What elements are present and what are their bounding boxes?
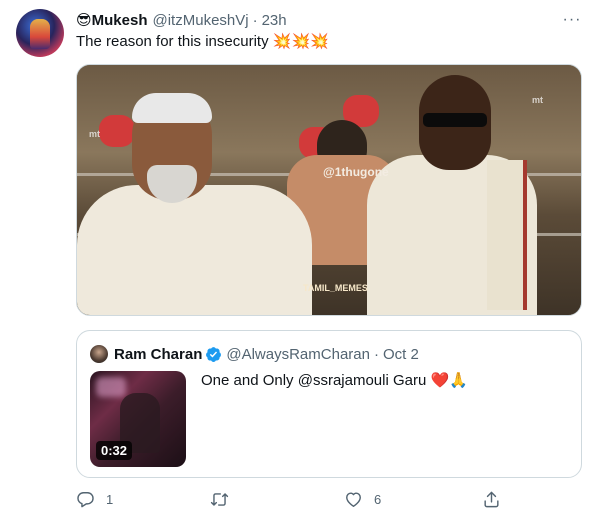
avatar[interactable] [16, 9, 64, 57]
tweet-image[interactable]: @1thugone mt mt TAMIL_MEMES [76, 64, 582, 316]
quoted-avatar [90, 345, 108, 363]
quoted-tweet-text: One and Only @ssrajamouli Garu ❤️🙏 [201, 371, 468, 391]
quoted-text-emojis: ❤️🙏 [430, 372, 468, 389]
left-person-figure [77, 93, 327, 315]
separator-dot: · [252, 11, 258, 29]
reply-count: 1 [106, 491, 114, 507]
quoted-tweet[interactable]: Ram Charan @AlwaysRamCharan · Oct 2 0:32… [76, 330, 582, 478]
tweet-actions: 1 6 [76, 488, 526, 510]
video-glow [96, 377, 126, 397]
like-count: 6 [374, 491, 382, 507]
tweet-text-body: The reason for this insecurity [76, 33, 269, 50]
verified-badge-icon [206, 346, 222, 362]
quoted-text-body: One and Only @ssrajamouli Garu [201, 372, 427, 389]
share-icon [484, 491, 499, 507]
heart-icon [346, 491, 361, 507]
quoted-tweet-header: Ram Charan @AlwaysRamCharan · Oct 2 [90, 344, 419, 364]
right-person-stole [487, 160, 527, 310]
quoted-author-handle: @AlwaysRamCharan [226, 345, 370, 363]
quoted-separator-dot: · [373, 345, 379, 363]
reply-button[interactable]: 1 [76, 488, 113, 510]
timestamp[interactable]: 23h [262, 12, 287, 29]
like-button[interactable]: 6 [344, 488, 381, 510]
video-duration: 0:32 [96, 441, 133, 460]
avatar-figure [30, 19, 50, 49]
left-person-hair [132, 93, 212, 123]
tweet[interactable]: 😎Mukesh @itzMukeshVj · 23h ··· The reaso… [0, 0, 602, 520]
quoted-date: Oct 2 [382, 345, 419, 363]
image-mark-right: mt [532, 95, 543, 105]
left-person-body [77, 185, 312, 315]
tweet-header: 😎Mukesh @itzMukeshVj · 23h [76, 10, 287, 30]
right-person-glasses [423, 113, 487, 127]
image-app-mark: TAMIL_MEMES [303, 283, 368, 293]
retweet-icon [210, 492, 229, 506]
author-emoji: 😎 [76, 12, 92, 29]
author-handle[interactable]: @itzMukeshVj [153, 12, 249, 29]
author-name[interactable]: 😎Mukesh [76, 11, 148, 29]
author-name-text: Mukesh [91, 12, 148, 29]
image-watermark: @1thugone [323, 165, 389, 179]
quoted-author-name: Ram Charan [114, 345, 203, 363]
tweet-text-emojis: 💥💥💥 [272, 33, 329, 50]
reply-icon [77, 491, 94, 507]
right-person-figure [367, 75, 577, 315]
retweet-button[interactable] [210, 488, 240, 510]
more-icon[interactable]: ··· [560, 10, 584, 30]
tweet-text: The reason for this insecurity 💥💥💥 [76, 32, 329, 52]
share-button[interactable] [482, 488, 512, 510]
quoted-video-thumbnail[interactable]: 0:32 [90, 371, 186, 467]
image-mark-left: mt [89, 129, 100, 139]
